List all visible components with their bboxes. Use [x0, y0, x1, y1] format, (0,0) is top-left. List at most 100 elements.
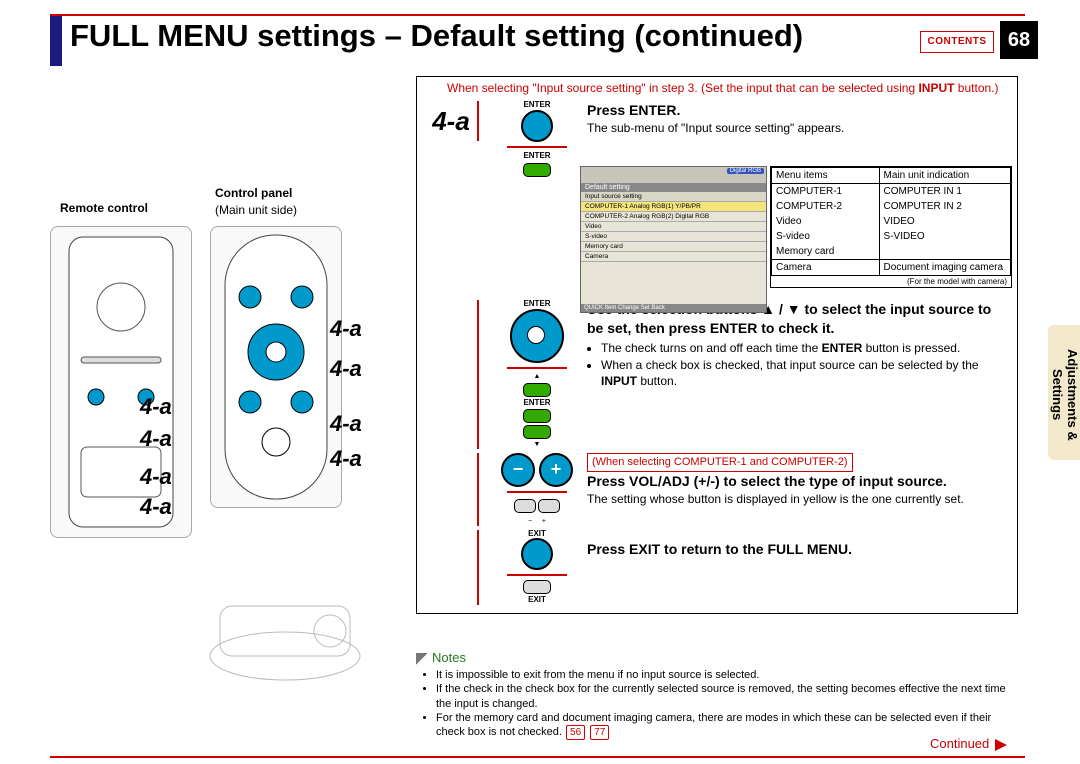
select-bullet1: The check turns on and off each time the…: [601, 340, 1009, 356]
exit-head: Press EXIT to return to the FULL MENU.: [587, 541, 852, 557]
callout-remote-1: 4-a: [140, 394, 172, 420]
osd-item-3: Video: [581, 222, 766, 232]
exit-pill-icon: [523, 580, 551, 594]
exit-icons: EXIT EXIT: [487, 530, 587, 606]
vol-step-row: −+ − + (When selecting COMPUTER-1 and CO…: [417, 451, 1017, 527]
grid-head2: Main unit indication: [879, 168, 1010, 184]
page-ref-77[interactable]: 77: [590, 725, 609, 740]
grid-r3c2: VIDEO: [880, 214, 1010, 229]
down-pill-icon: [523, 425, 551, 439]
remote-control-label: Remote control: [60, 201, 148, 215]
grid-r2c2: COMPUTER IN 2: [880, 199, 1010, 214]
remote-outline-icon: [51, 227, 191, 537]
page-frame: FULL MENU settings – Default setting (co…: [50, 14, 1025, 758]
intro-line1: When selecting "Input source setting" in…: [447, 81, 918, 95]
intro-end: button.): [954, 81, 998, 95]
continued-label: Continued: [930, 736, 1007, 751]
osd-item-6: Camera: [581, 252, 766, 262]
osd-item-1: COMPUTER-1 Analog RGB(1) Y/PB/PR: [581, 202, 766, 212]
enter-pill-icon: [523, 163, 551, 177]
grid-r4c1: S-video: [772, 229, 879, 244]
panel-outline-icon: [211, 227, 341, 507]
osd-item-2: COMPUTER-2 Analog RGB(2) Digital RGB: [581, 212, 766, 222]
exit-label1: EXIT: [487, 530, 587, 539]
notes-list: It is impossible to exit from the menu i…: [420, 668, 1020, 740]
callout-panel-1: 4-a: [330, 316, 362, 342]
enter-label-bottom2: ENTER: [487, 399, 587, 408]
grid-r1c1: COMPUTER-1: [772, 184, 879, 199]
step-4a-head: Press ENTER.: [587, 102, 680, 118]
step-4a-body: The sub-menu of "Input source setting" a…: [587, 121, 844, 135]
step-number: 4-a: [425, 101, 479, 141]
vol-minus-icon: −: [501, 453, 535, 487]
projector-icon: [200, 576, 370, 686]
exit-step-row: EXIT EXIT Press EXIT to return to the FU…: [417, 528, 1017, 608]
osd-item-4: S-video: [581, 232, 766, 242]
enter-label-top: ENTER: [487, 101, 587, 110]
instruction-box: When selecting "Input source setting" in…: [416, 76, 1018, 614]
remote-control-illustration: [50, 226, 192, 538]
exit-label2: EXIT: [487, 596, 587, 605]
grid-note: (For the model with camera): [771, 276, 1011, 287]
grid-r5c2: [880, 244, 1010, 248]
intro-text: When selecting "Input source setting" in…: [417, 77, 1017, 99]
note-1: It is impossible to exit from the menu i…: [436, 668, 1020, 682]
select-bullet2: When a check box is checked, that input …: [601, 357, 1009, 389]
callout-panel-4: 4-a: [330, 446, 362, 472]
menu-items-table: Menu items Main unit indication COMPUTER…: [770, 166, 1012, 288]
callout-remote-3: 4-a: [140, 464, 172, 490]
note-2: If the check in the check box for the cu…: [436, 682, 1020, 711]
side-tab[interactable]: Adjustments & Settings: [1048, 325, 1080, 460]
osd-top-icons: Digital RGB: [581, 167, 766, 183]
projector-illustration: [200, 576, 370, 686]
exit-text: Press EXIT to return to the FULL MENU.: [587, 530, 1009, 606]
callout-remote-4: 4-a: [140, 494, 172, 520]
enter-pill2-icon: [523, 409, 551, 423]
intro-input-btn: INPUT: [918, 81, 954, 95]
page-number: 68: [1000, 21, 1038, 59]
osd-title: Default setting: [581, 183, 766, 192]
vol-red-note: (When selecting COMPUTER-1 and COMPUTER-…: [587, 453, 853, 472]
exit-button-icon: [521, 538, 553, 570]
control-panel-sublabel: (Main unit side): [215, 203, 297, 217]
grid-r5c1: Memory card: [772, 244, 879, 259]
title-accent-bar: [50, 16, 62, 66]
grid-head1: Menu items: [772, 168, 880, 184]
callout-panel-2: 4-a: [330, 356, 362, 382]
select-text: Use the selection buttons ▲ / ▼ to selec…: [587, 300, 1009, 449]
select-step-row: ENTER ▲ ENTER ▼ Use the selection button…: [417, 298, 1017, 451]
callout-panel-3: 4-a: [330, 411, 362, 437]
vol-text: (When selecting COMPUTER-1 and COMPUTER-…: [587, 453, 1009, 525]
page-title: FULL MENU settings – Default setting (co…: [70, 18, 803, 54]
notes-heading: Notes: [416, 650, 466, 665]
enter-button-icon: [521, 110, 553, 142]
vol-head: Press VOL/ADJ (+/-) to select the type o…: [587, 473, 947, 489]
enter-label-top2: ENTER: [487, 300, 587, 309]
enter-label-bottom: ENTER: [487, 152, 587, 161]
osd-subtitle: Input source setting: [581, 192, 766, 202]
vol-icons: −+ − +: [487, 453, 587, 525]
step-4a-icons: ENTER ENTER: [487, 101, 587, 296]
select-icons: ENTER ▲ ENTER ▼: [487, 300, 587, 449]
vol-body: The setting whose button is displayed in…: [587, 492, 964, 506]
control-panel-label: Control panel: [215, 186, 292, 200]
grid-r1c2: COMPUTER IN 1: [880, 184, 1010, 199]
callout-remote-2: 4-a: [140, 426, 172, 452]
page-ref-56[interactable]: 56: [566, 725, 585, 740]
grid-camera-c2: Document imaging camera: [879, 260, 1010, 276]
dpad-icon: [510, 309, 564, 363]
control-panel-illustration: [210, 226, 342, 508]
osd-item-5: Memory card: [581, 242, 766, 252]
continued-arrow-icon: [995, 739, 1007, 751]
contents-button[interactable]: CONTENTS: [920, 31, 994, 53]
plus-pill-icon: [538, 499, 560, 513]
grid-r2c1: COMPUTER-2: [772, 199, 879, 214]
osd-footer: QUICK Item Change Set Back: [581, 304, 766, 312]
grid-r4c2: S-VIDEO: [880, 229, 1010, 244]
minus-pill-icon: [514, 499, 536, 513]
vol-plus-icon: +: [539, 453, 573, 487]
osd-top-badge: Digital RGB: [727, 168, 764, 174]
up-pill-icon: [523, 383, 551, 397]
grid-r3c1: Video: [772, 214, 879, 229]
osd-screenshot: Digital RGB Default setting Input source…: [580, 166, 767, 313]
